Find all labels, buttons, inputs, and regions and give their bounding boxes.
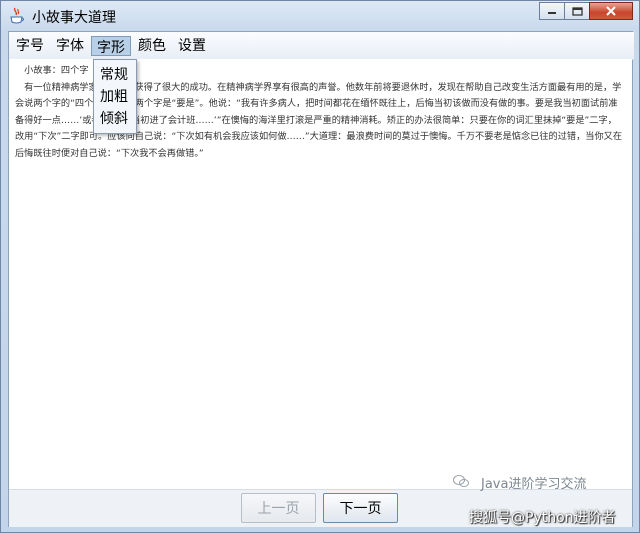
- menu-font-family[interactable]: 字体: [51, 34, 89, 58]
- menu-bar: 字号 字体 字形 颜色 设置: [9, 32, 634, 60]
- style-regular-option[interactable]: 常规: [94, 64, 136, 86]
- style-bold-option[interactable]: 加粗: [94, 86, 136, 108]
- maximize-button[interactable]: [564, 2, 590, 20]
- minimize-icon: [548, 12, 556, 14]
- minimize-button[interactable]: [539, 2, 565, 20]
- previous-page-button[interactable]: 上一页: [241, 493, 316, 523]
- close-button[interactable]: [589, 2, 633, 20]
- menu-font-style[interactable]: 字形: [91, 35, 131, 56]
- maximize-icon: [571, 6, 583, 16]
- client-area: 字号 字体 字形 颜色 设置 小故事：四个字 有一位精神病学家，多年，获得了很大…: [8, 31, 634, 527]
- app-window: 小故事大道理 字号 字体 字形 颜色 设置 小故事：四个字 有一位精神病学家，多…: [0, 0, 640, 533]
- watermark-line1: Java进阶学习交流: [481, 477, 587, 492]
- menu-font-size[interactable]: 字号: [11, 34, 49, 58]
- next-page-button[interactable]: 下一页: [323, 493, 398, 523]
- menu-settings[interactable]: 设置: [173, 34, 211, 58]
- wechat-icon: [453, 473, 469, 487]
- menu-color[interactable]: 颜色: [133, 34, 171, 58]
- title-bar[interactable]: 小故事大道理: [1, 1, 639, 31]
- watermark-line2: 搜狐号@Python进阶者: [469, 510, 616, 526]
- java-cup-icon: [9, 7, 25, 25]
- style-italic-option[interactable]: 倾斜: [94, 108, 136, 130]
- window-title: 小故事大道理: [32, 10, 116, 26]
- watermark: Java进阶学习交流 搜狐号@Python进阶者: [453, 473, 637, 529]
- window-controls: [539, 2, 633, 21]
- font-style-dropdown: 常规 加粗 倾斜: [93, 59, 137, 134]
- close-icon: [606, 6, 616, 16]
